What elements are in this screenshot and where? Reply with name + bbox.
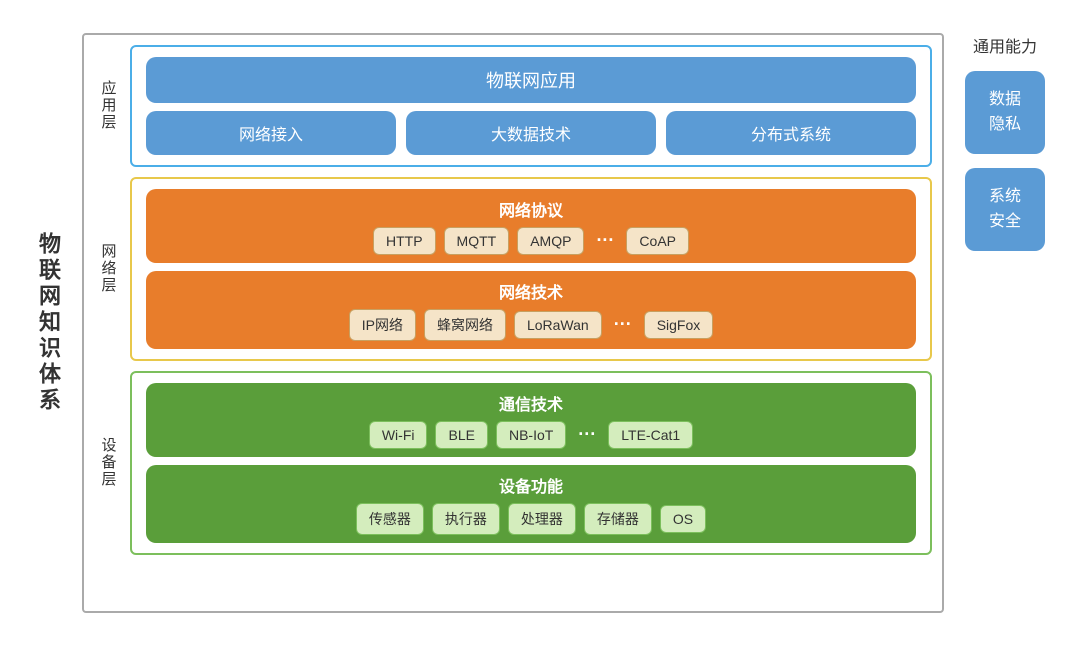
dev-comm-dots: ···: [574, 424, 600, 445]
net-tech-title: 网络技术: [499, 279, 563, 303]
net-protocol-dots: ···: [592, 230, 618, 251]
dev-item-storage: 存储器: [584, 503, 652, 535]
net-item-http: HTTP: [373, 227, 436, 255]
dev-item-wifi: Wi-Fi: [369, 421, 428, 449]
app-layer-box: 物联网应用 网络接入 大数据技术 分布式系统: [130, 45, 932, 167]
dev-comm-block: 通信技术 Wi-Fi BLE NB-IoT ··· LTE-Cat1: [146, 383, 916, 457]
dev-item-actuator: 执行器: [432, 503, 500, 535]
right-card-data-privacy: 数据隐私: [965, 71, 1045, 154]
app-layer-content: 物联网应用 网络接入 大数据技术 分布式系统: [130, 45, 932, 167]
dev-item-lte: LTE-Cat1: [608, 421, 693, 449]
net-tech-dots: ···: [610, 314, 636, 335]
dev-comm-title: 通信技术: [499, 391, 563, 415]
net-protocol-items: HTTP MQTT AMQP ··· CoAP: [373, 227, 689, 255]
app-layer-label: 应用层: [94, 45, 122, 167]
net-item-mqtt: MQTT: [444, 227, 510, 255]
dev-layer-box: 通信技术 Wi-Fi BLE NB-IoT ··· LTE-Cat1 设备功能: [130, 371, 932, 555]
right-card-system-security: 系统安全: [965, 168, 1045, 251]
app-item-0: 网络接入: [146, 111, 396, 155]
net-layer-content: 网络协议 HTTP MQTT AMQP ··· CoAP 网络技术: [130, 177, 932, 361]
diagram-area: 应用层 物联网应用 网络接入 大数据技术 分布式系统 网络层: [82, 33, 944, 613]
dev-func-title: 设备功能: [499, 473, 563, 497]
net-layer-box: 网络协议 HTTP MQTT AMQP ··· CoAP 网络技术: [130, 177, 932, 361]
right-sidebar: 通用能力 数据隐私 系统安全: [960, 33, 1050, 613]
app-top-item: 物联网应用: [146, 57, 916, 103]
app-layer-row: 应用层 物联网应用 网络接入 大数据技术 分布式系统: [94, 45, 932, 167]
net-item-coap: CoAP: [626, 227, 689, 255]
app-item-1: 大数据技术: [406, 111, 656, 155]
net-item-amqp: AMQP: [517, 227, 584, 255]
net-layer-label: 网络层: [94, 177, 122, 361]
net-item-cellular: 蜂窝网络: [424, 309, 506, 341]
net-tech-block: 网络技术 IP网络 蜂窝网络 LoRaWan ··· SigFox: [146, 271, 916, 349]
main-title-label: 物联网知识体系: [30, 33, 66, 613]
right-sidebar-title: 通用能力: [973, 33, 1037, 57]
dev-layer-row: 设备层 通信技术 Wi-Fi BLE NB-IoT ··· LTE-Cat1: [94, 371, 932, 555]
dev-item-ble: BLE: [435, 421, 487, 449]
net-item-ip: IP网络: [349, 309, 416, 341]
net-protocol-block: 网络协议 HTTP MQTT AMQP ··· CoAP: [146, 189, 916, 263]
app-bottom-row: 网络接入 大数据技术 分布式系统: [146, 111, 916, 155]
net-tech-items: IP网络 蜂窝网络 LoRaWan ··· SigFox: [349, 309, 714, 341]
dev-func-items: 传感器 执行器 处理器 存储器 OS: [356, 503, 706, 535]
dev-comm-items: Wi-Fi BLE NB-IoT ··· LTE-Cat1: [369, 421, 693, 449]
net-item-sigfox: SigFox: [644, 311, 714, 339]
net-protocol-title: 网络协议: [499, 197, 563, 221]
net-layer-row: 网络层 网络协议 HTTP MQTT AMQP ··· CoAP: [94, 177, 932, 361]
dev-item-nbiot: NB-IoT: [496, 421, 566, 449]
dev-func-block: 设备功能 传感器 执行器 处理器 存储器 OS: [146, 465, 916, 543]
dev-layer-label: 设备层: [94, 371, 122, 555]
app-item-2: 分布式系统: [666, 111, 916, 155]
dev-layer-content: 通信技术 Wi-Fi BLE NB-IoT ··· LTE-Cat1 设备功能: [130, 371, 932, 555]
dev-item-os: OS: [660, 505, 706, 533]
dev-item-processor: 处理器: [508, 503, 576, 535]
net-item-lorawan: LoRaWan: [514, 311, 602, 339]
dev-item-sensor: 传感器: [356, 503, 424, 535]
